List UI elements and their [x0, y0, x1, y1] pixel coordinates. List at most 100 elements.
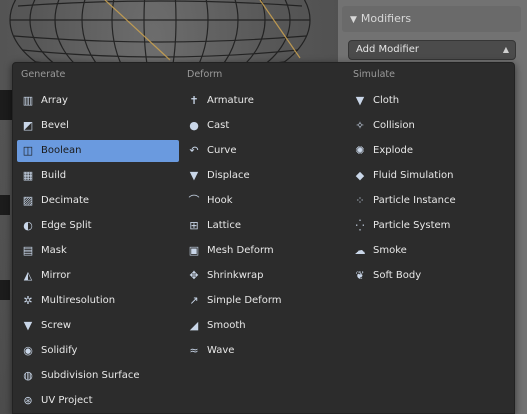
multiresolution-icon: ✲: [23, 294, 33, 307]
menu-item-label: Mesh Deform: [207, 245, 274, 256]
menu-column-heading: Generate: [21, 69, 66, 80]
shrinkwrap-icon: ✥: [189, 269, 199, 282]
menu-item-label: Bevel: [41, 120, 69, 131]
menu-item-smoke[interactable]: ☁ Smoke: [349, 240, 511, 262]
cast-icon: ●: [189, 119, 199, 132]
collision-icon: ✧: [355, 119, 365, 132]
collapse-triangle-icon: ▼: [350, 15, 357, 25]
menu-item-array[interactable]: ▥ Array: [17, 90, 179, 112]
menu-item-simple-deform[interactable]: ↗ Simple Deform: [183, 290, 345, 312]
menu-item-explode[interactable]: ✺ Explode: [349, 140, 511, 162]
wave-icon: ≈: [189, 344, 199, 357]
menu-item-lattice[interactable]: ⊞ Lattice: [183, 215, 345, 237]
menu-item-label: Solidify: [41, 345, 78, 356]
lattice-icon: ⊞: [189, 219, 199, 232]
menu-item-armature[interactable]: ✝ Armature: [183, 90, 345, 112]
menu-item-collision[interactable]: ✧ Collision: [349, 115, 511, 137]
menu-item-label: Armature: [207, 95, 254, 106]
uv-project-icon: ⊛: [23, 394, 33, 407]
armature-icon: ✝: [189, 94, 199, 107]
menu-item-label: Array: [41, 95, 68, 106]
bevel-icon: ◩: [22, 119, 34, 132]
menu-item-subdivision-surface[interactable]: ◍ Subdivision Surface: [17, 365, 179, 387]
add-modifier-dropdown[interactable]: Add Modifier ▲▼: [348, 40, 516, 72]
menu-item-mask[interactable]: ▤ Mask: [17, 240, 179, 262]
menu-item-wave[interactable]: ≈ Wave: [183, 340, 345, 362]
soft-body-icon: ❦: [355, 269, 365, 282]
menu-item-particle-instance[interactable]: ⁘ Particle Instance: [349, 190, 511, 212]
displace-icon: ▼: [189, 169, 199, 182]
array-icon: ▥: [22, 94, 34, 107]
menu-column-heading: Simulate: [353, 69, 395, 80]
menu-item-solidify[interactable]: ◉ Solidify: [17, 340, 179, 362]
menu-item-label: Curve: [207, 145, 237, 156]
mesh-deform-icon: ▣: [188, 244, 200, 257]
menu-item-smooth[interactable]: ◢ Smooth: [183, 315, 345, 337]
modifiers-header-label: Modifiers: [360, 12, 412, 25]
menu-item-particle-system[interactable]: ⁛ Particle System: [349, 215, 511, 237]
menu-column-heading: Deform: [187, 69, 223, 80]
explode-icon: ✺: [355, 144, 365, 157]
menu-item-fluid-simulation[interactable]: ◆ Fluid Simulation: [349, 165, 511, 187]
menu-item-label: Lattice: [207, 220, 241, 231]
menu-item-label: Wave: [207, 345, 235, 356]
menu-item-label: Build: [41, 170, 67, 181]
menu-item-label: Collision: [373, 120, 415, 131]
mirror-icon: ◭: [23, 269, 33, 282]
menu-item-cast[interactable]: ● Cast: [183, 115, 345, 137]
menu-item-label: Edge Split: [41, 220, 92, 231]
menu-item-label: Multiresolution: [41, 295, 116, 306]
mask-icon: ▤: [22, 244, 34, 257]
solidify-icon: ◉: [23, 344, 33, 357]
hook-icon: ⌒: [188, 194, 200, 207]
decimate-icon: ▨: [22, 194, 34, 207]
menu-item-label: Smooth: [207, 320, 246, 331]
menu-item-label: Mirror: [41, 270, 71, 281]
menu-item-label: Fluid Simulation: [373, 170, 454, 181]
menu-item-label: Screw: [41, 320, 72, 331]
menu-item-cloth[interactable]: ▼ Cloth: [349, 90, 511, 112]
menu-item-screw[interactable]: ▼ Screw: [17, 315, 179, 337]
menu-item-displace[interactable]: ▼ Displace: [183, 165, 345, 187]
particle-system-icon: ⁛: [355, 219, 365, 232]
menu-item-label: Shrinkwrap: [207, 270, 264, 281]
add-modifier-label: Add Modifier: [356, 44, 419, 55]
menu-item-label: Particle Instance: [373, 195, 456, 206]
menu-item-uv-project[interactable]: ⊛ UV Project: [17, 390, 179, 412]
screw-icon: ▼: [23, 319, 33, 332]
menu-item-mesh-deform[interactable]: ▣ Mesh Deform: [183, 240, 345, 262]
menu-item-label: Simple Deform: [207, 295, 282, 306]
build-icon: ▦: [22, 169, 34, 182]
menu-item-decimate[interactable]: ▨ Decimate: [17, 190, 179, 212]
simple-deform-icon: ↗: [189, 294, 199, 307]
menu-item-edge-split[interactable]: ◐ Edge Split: [17, 215, 179, 237]
fluid-simulation-icon: ◆: [355, 169, 365, 182]
menu-item-mirror[interactable]: ◭ Mirror: [17, 265, 179, 287]
menu-item-label: Subdivision Surface: [41, 370, 140, 381]
menu-item-hook[interactable]: ⌒ Hook: [183, 190, 345, 212]
boolean-icon: ◫: [22, 144, 34, 157]
curve-icon: ↶: [189, 144, 199, 157]
menu-item-shrinkwrap[interactable]: ✥ Shrinkwrap: [183, 265, 345, 287]
add-modifier-menu: Generate ▥ Array ◩ Bevel ◫ Boolean ▦ Build ▨ Deci…: [12, 62, 515, 414]
smooth-icon: ◢: [189, 319, 199, 332]
menu-item-boolean[interactable]: ◫ Boolean: [17, 140, 179, 162]
menu-item-label: Cast: [207, 120, 230, 131]
menu-item-label: Explode: [373, 145, 413, 156]
menu-item-label: Mask: [41, 245, 67, 256]
menu-item-label: Displace: [207, 170, 250, 181]
particle-instance-icon: ⁘: [355, 194, 365, 207]
subdivision-surface-icon: ◍: [23, 369, 33, 382]
menu-item-bevel[interactable]: ◩ Bevel: [17, 115, 179, 137]
menu-item-label: Decimate: [41, 195, 90, 206]
modifiers-panel-header[interactable]: ▼ Modifiers: [342, 6, 521, 32]
menu-item-label: UV Project: [41, 395, 93, 406]
menu-item-label: Cloth: [373, 95, 400, 106]
menu-item-build[interactable]: ▦ Build: [17, 165, 179, 187]
menu-item-label: Boolean: [41, 145, 82, 156]
cloth-icon: ▼: [355, 94, 365, 107]
menu-item-curve[interactable]: ↶ Curve: [183, 140, 345, 162]
menu-item-label: Particle System: [373, 220, 451, 231]
menu-item-multiresolution[interactable]: ✲ Multiresolution: [17, 290, 179, 312]
menu-item-soft-body[interactable]: ❦ Soft Body: [349, 265, 511, 287]
